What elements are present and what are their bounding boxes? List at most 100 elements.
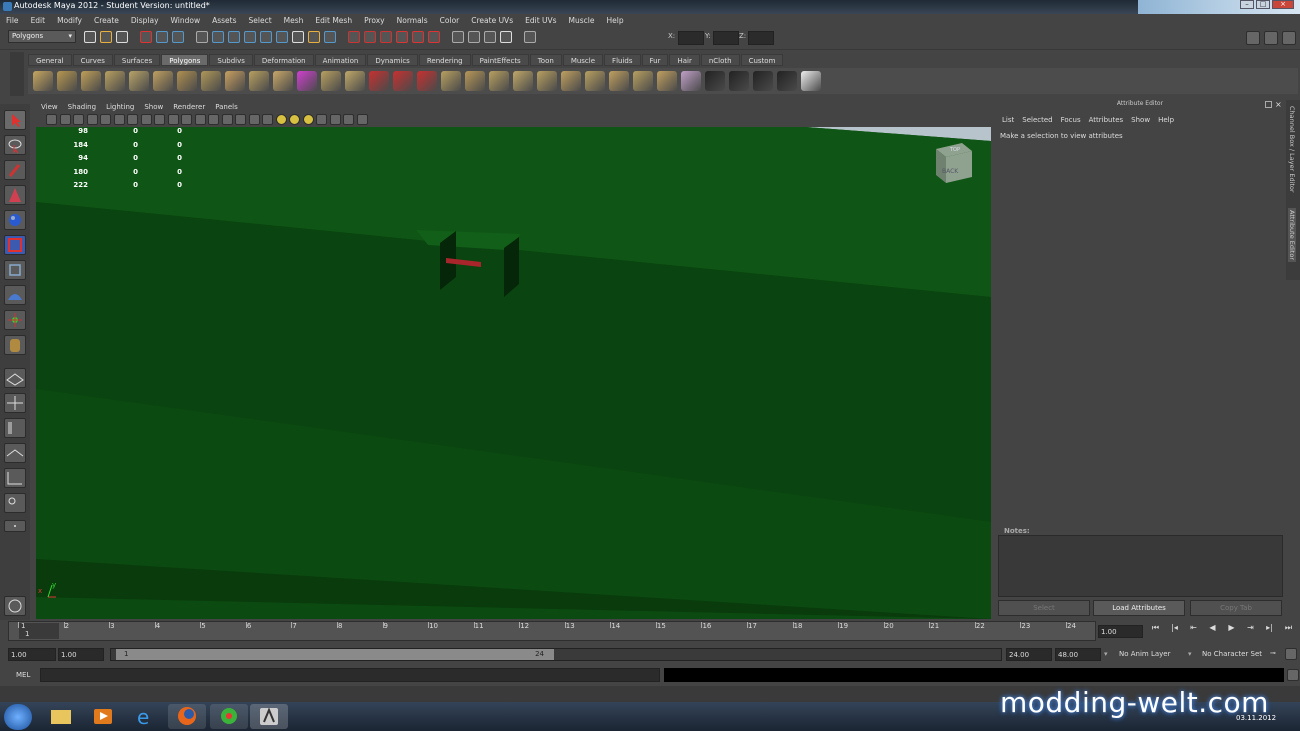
shelf-tab-painteffects[interactable]: PaintEffects bbox=[471, 54, 529, 66]
mel-input[interactable] bbox=[40, 668, 660, 682]
single-perspective-layout-icon[interactable] bbox=[4, 368, 26, 388]
close-panel-icon[interactable]: × bbox=[1275, 100, 1282, 109]
ambient-occlusion-icon[interactable] bbox=[302, 114, 314, 125]
mel-label[interactable]: MEL bbox=[16, 671, 30, 679]
resolution-gate-icon[interactable] bbox=[154, 114, 165, 125]
film-gate-icon[interactable] bbox=[140, 114, 152, 125]
snap-curve-icon[interactable] bbox=[228, 31, 240, 43]
grid-icon[interactable] bbox=[127, 114, 138, 125]
shadows-icon[interactable] bbox=[289, 114, 300, 125]
menu-mesh[interactable]: Mesh bbox=[278, 14, 310, 28]
extrude-icon[interactable] bbox=[465, 71, 485, 91]
soft-mod-tool-icon[interactable] bbox=[4, 285, 26, 305]
notes-textarea[interactable] bbox=[998, 535, 1283, 597]
firefox-taskbar-icon[interactable] bbox=[168, 704, 206, 729]
toggle-tool-settings-icon[interactable] bbox=[1282, 31, 1296, 45]
poly-sphere-icon[interactable] bbox=[33, 71, 53, 91]
range-slider-handle[interactable]: 1 24 bbox=[116, 649, 554, 660]
step-back-key-icon[interactable]: ⇤ bbox=[1186, 623, 1201, 633]
explorer-taskbar-icon[interactable] bbox=[42, 704, 80, 729]
render-settings-icon[interactable] bbox=[428, 31, 440, 43]
ae-menu-show[interactable]: Show bbox=[1127, 116, 1154, 124]
wireframe-on-shaded-icon[interactable] bbox=[248, 114, 260, 125]
snapshot-icon[interactable] bbox=[468, 31, 480, 43]
menu-help[interactable]: Help bbox=[601, 14, 630, 28]
shelf-tab-surfaces[interactable]: Surfaces bbox=[113, 54, 161, 66]
lasso-tool-icon[interactable] bbox=[4, 135, 26, 155]
gate-mask-icon[interactable] bbox=[167, 114, 179, 125]
current-frame-field[interactable]: 1.00 bbox=[1098, 625, 1143, 638]
viewcube-top-label[interactable]: TOP bbox=[950, 147, 960, 153]
step-forward-key-icon[interactable]: ⇥ bbox=[1243, 623, 1258, 633]
select-mode-icon[interactable] bbox=[324, 31, 336, 43]
render-view-icon[interactable] bbox=[500, 31, 512, 43]
sidebar-icon[interactable] bbox=[452, 31, 464, 43]
append-polygon-icon[interactable] bbox=[513, 71, 533, 91]
shelf-tab-ncloth[interactable]: nCloth bbox=[700, 54, 740, 66]
manipulator-tool-icon[interactable] bbox=[4, 260, 26, 280]
toggle-attribute-editor-icon[interactable] bbox=[1264, 31, 1278, 45]
shelf-tab-muscle[interactable]: Muscle bbox=[562, 54, 604, 66]
snap-point-icon[interactable] bbox=[244, 31, 256, 43]
bridge-icon[interactable] bbox=[489, 71, 509, 91]
poly-pipe-icon[interactable] bbox=[201, 71, 221, 91]
icq-taskbar-icon[interactable] bbox=[210, 704, 248, 729]
field-chart-icon[interactable] bbox=[181, 114, 192, 125]
playback-end-field[interactable]: 24.00 bbox=[1006, 648, 1052, 661]
shelf-tab-curves[interactable]: Curves bbox=[72, 54, 113, 66]
poly-cone-icon[interactable] bbox=[105, 71, 125, 91]
animation-end-field[interactable]: 48.00 bbox=[1055, 648, 1101, 661]
step-back-frame-icon[interactable]: |◂ bbox=[1167, 623, 1182, 633]
rotate-tool-icon[interactable] bbox=[4, 210, 26, 230]
animation-preferences-icon[interactable] bbox=[1285, 648, 1297, 660]
scale-tool-icon[interactable] bbox=[4, 235, 26, 255]
shelf-tab-deformation[interactable]: Deformation bbox=[253, 54, 314, 66]
show-manipulator-icon[interactable] bbox=[4, 310, 26, 330]
select-object-icon[interactable] bbox=[156, 31, 168, 43]
safe-action-icon[interactable] bbox=[194, 114, 206, 125]
ae-menu-attributes[interactable]: Attributes bbox=[1085, 116, 1128, 124]
lock-icon[interactable] bbox=[308, 31, 320, 43]
history-icon[interactable] bbox=[348, 31, 360, 43]
shelf-tab-custom[interactable]: Custom bbox=[740, 54, 784, 66]
perspective-graph-layout-icon[interactable] bbox=[4, 443, 26, 463]
save-scene-icon[interactable] bbox=[116, 31, 128, 43]
panel-menu-view[interactable]: View bbox=[36, 101, 63, 113]
poly-platonic-icon[interactable] bbox=[273, 71, 293, 91]
shelf-tab-polygons[interactable]: Polygons bbox=[161, 54, 209, 66]
snap-view-plane-icon[interactable] bbox=[260, 31, 272, 43]
uv-texture-editor-icon[interactable] bbox=[801, 71, 821, 91]
poly-soccer-ball-icon[interactable] bbox=[249, 71, 269, 91]
load-attributes-button[interactable]: Load Attributes bbox=[1093, 600, 1185, 616]
panel-menu-show[interactable]: Show bbox=[139, 101, 168, 113]
go-to-start-icon[interactable]: ⏮ bbox=[1148, 623, 1163, 633]
animation-start-field[interactable]: 1.00 bbox=[8, 648, 56, 661]
z-input[interactable] bbox=[748, 31, 774, 45]
playback-start-field[interactable]: 1.00 bbox=[58, 648, 104, 661]
panel-menu-shading[interactable]: Shading bbox=[63, 101, 101, 113]
play-forwards-icon[interactable]: ▶ bbox=[1224, 623, 1239, 633]
boolean-intersection-icon[interactable] bbox=[417, 71, 437, 91]
two-d-pan-zoom-icon[interactable] bbox=[100, 114, 111, 125]
boolean-difference-icon[interactable] bbox=[393, 71, 413, 91]
x-input[interactable] bbox=[678, 31, 704, 45]
select-button[interactable]: Select bbox=[998, 600, 1090, 616]
shelf-tab-toon[interactable]: Toon bbox=[529, 54, 562, 66]
xray-icon[interactable] bbox=[329, 114, 341, 125]
wireframe-icon[interactable] bbox=[221, 114, 233, 125]
last-tool-icon[interactable] bbox=[4, 335, 26, 355]
new-scene-icon[interactable] bbox=[84, 31, 96, 43]
step-forward-frame-icon[interactable]: ▸| bbox=[1262, 623, 1277, 633]
menu-display[interactable]: Display bbox=[125, 14, 165, 28]
ae-menu-selected[interactable]: Selected bbox=[1018, 116, 1056, 124]
split-polygon-icon[interactable] bbox=[609, 71, 629, 91]
xray-joints-icon[interactable] bbox=[343, 114, 354, 125]
char-set-chevron-icon[interactable]: ▾ bbox=[1188, 650, 1192, 658]
open-scene-icon[interactable] bbox=[100, 31, 112, 43]
select-hierarchy-icon[interactable] bbox=[140, 31, 152, 43]
attribute-editor-tab[interactable]: Attribute Editor bbox=[1288, 208, 1296, 263]
poly-plane-icon[interactable] bbox=[129, 71, 149, 91]
menu-assets[interactable]: Assets bbox=[206, 14, 242, 28]
float-panel-icon[interactable] bbox=[1265, 101, 1272, 108]
menu-color[interactable]: Color bbox=[434, 14, 466, 28]
